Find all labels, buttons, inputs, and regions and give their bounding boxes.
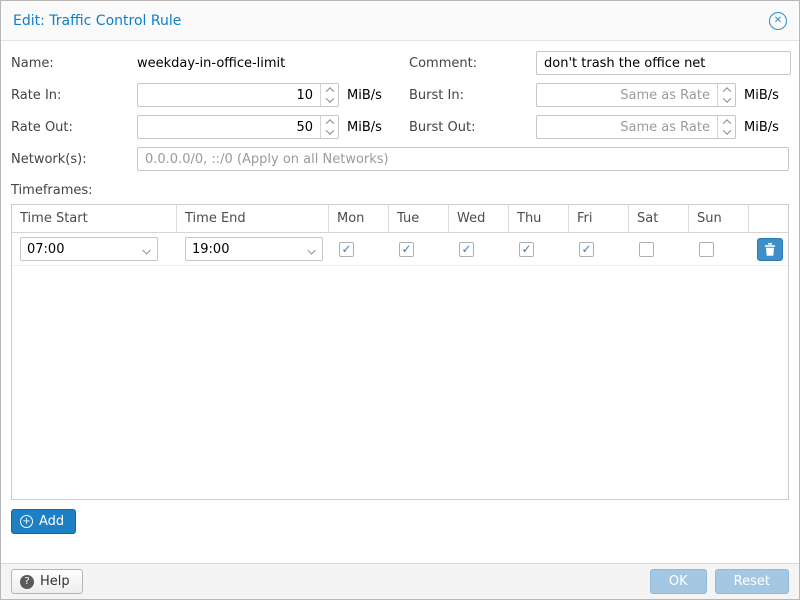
dialog-titlebar: Edit: Traffic Control Rule ✕ xyxy=(1,1,799,41)
dialog-title: Edit: Traffic Control Rule xyxy=(13,13,181,29)
rate-in-spinner[interactable] xyxy=(320,84,338,106)
checkbox-fri[interactable] xyxy=(579,242,594,257)
col-header-fri[interactable]: Fri xyxy=(569,205,629,232)
plus-circle-icon: + xyxy=(20,515,33,528)
col-header-actions xyxy=(749,205,788,232)
add-button-label: Add xyxy=(39,514,64,529)
rate-out-unit: MiB/s xyxy=(347,120,382,135)
checkbox-sun[interactable] xyxy=(699,242,714,257)
burst-out-input[interactable] xyxy=(537,116,717,138)
help-button[interactable]: ? Help xyxy=(11,569,83,594)
col-header-wed[interactable]: Wed xyxy=(449,205,509,232)
burst-out-spinner[interactable] xyxy=(717,116,735,138)
rate-in-label: Rate In: xyxy=(11,88,137,103)
burst-in-unit: MiB/s xyxy=(744,88,779,103)
rate-out-label: Rate Out: xyxy=(11,120,137,135)
time-start-select[interactable]: 07:00 xyxy=(20,237,158,261)
timeframes-table-header: Time Start Time End Mon Tue Wed Thu Fri … xyxy=(12,205,788,233)
networks-input[interactable] xyxy=(138,148,788,170)
burst-in-spinner[interactable] xyxy=(717,84,735,106)
checkbox-wed[interactable] xyxy=(459,242,474,257)
time-start-value: 07:00 xyxy=(27,242,64,257)
trash-icon xyxy=(764,243,776,256)
col-header-time-start[interactable]: Time Start xyxy=(12,205,177,232)
networks-field-wrap xyxy=(137,147,789,171)
spinner-down-icon[interactable] xyxy=(722,94,730,102)
burst-in-field-wrap xyxy=(536,83,736,107)
time-end-select[interactable]: 19:00 xyxy=(185,237,323,261)
name-label: Name: xyxy=(11,56,137,71)
rate-out-spinner[interactable] xyxy=(320,116,338,138)
col-header-mon[interactable]: Mon xyxy=(329,205,389,232)
add-button[interactable]: + Add xyxy=(11,509,76,534)
col-header-time-end[interactable]: Time End xyxy=(177,205,329,232)
burst-in-input[interactable] xyxy=(537,84,717,106)
ok-button[interactable]: OK xyxy=(650,569,707,594)
checkbox-mon[interactable] xyxy=(339,242,354,257)
close-icon[interactable]: ✕ xyxy=(769,12,787,30)
comment-input[interactable] xyxy=(537,52,790,74)
rate-in-unit: MiB/s xyxy=(347,88,382,103)
name-value: weekday-in-office-limit xyxy=(137,56,285,71)
col-header-sun[interactable]: Sun xyxy=(689,205,749,232)
dialog-body: Name: weekday-in-office-limit Comment: R… xyxy=(1,41,799,563)
spinner-down-icon[interactable] xyxy=(722,126,730,134)
col-header-thu[interactable]: Thu xyxy=(509,205,569,232)
checkbox-thu[interactable] xyxy=(519,242,534,257)
burst-out-label: Burst Out: xyxy=(409,120,536,135)
reset-button[interactable]: Reset xyxy=(715,569,789,594)
spinner-down-icon[interactable] xyxy=(325,126,333,134)
chevron-down-icon xyxy=(307,246,315,254)
rate-out-field-wrap xyxy=(137,115,339,139)
rate-in-field-wrap xyxy=(137,83,339,107)
networks-label: Network(s): xyxy=(11,152,137,167)
delete-row-button[interactable] xyxy=(757,238,783,261)
burst-out-unit: MiB/s xyxy=(744,120,779,135)
timeframes-table: Time Start Time End Mon Tue Wed Thu Fri … xyxy=(11,204,789,500)
checkbox-sat[interactable] xyxy=(639,242,654,257)
chevron-down-icon xyxy=(142,246,150,254)
burst-out-field-wrap xyxy=(536,115,736,139)
burst-in-label: Burst In: xyxy=(409,88,536,103)
timeframes-label: Timeframes: xyxy=(11,183,789,198)
rate-in-input[interactable] xyxy=(138,84,320,106)
col-header-tue[interactable]: Tue xyxy=(389,205,449,232)
help-button-label: Help xyxy=(40,574,70,589)
rate-out-input[interactable] xyxy=(138,116,320,138)
spinner-down-icon[interactable] xyxy=(325,94,333,102)
question-circle-icon: ? xyxy=(20,575,34,589)
table-row: 07:00 19:00 xyxy=(12,233,788,266)
time-end-value: 19:00 xyxy=(192,242,229,257)
dialog-footer: ? Help OK Reset xyxy=(1,563,799,599)
comment-field-wrap xyxy=(536,51,791,75)
col-header-sat[interactable]: Sat xyxy=(629,205,689,232)
checkbox-tue[interactable] xyxy=(399,242,414,257)
comment-label: Comment: xyxy=(409,56,536,71)
